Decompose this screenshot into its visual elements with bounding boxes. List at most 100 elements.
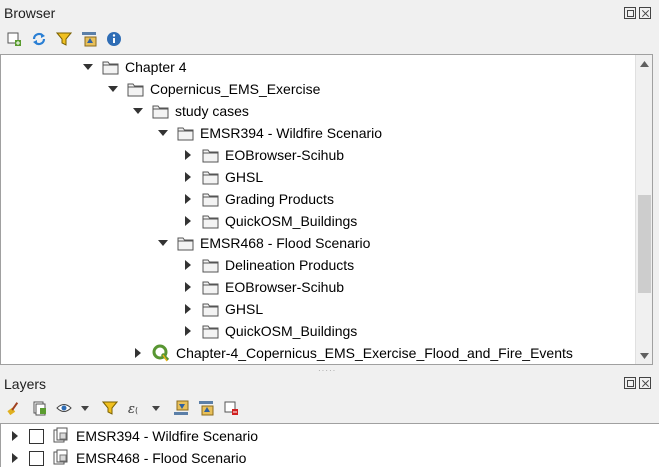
folder-icon bbox=[202, 192, 219, 207]
tree-item[interactable]: QuickOSM_Buildings bbox=[182, 320, 357, 342]
folder-icon bbox=[127, 82, 144, 97]
add-layer-icon[interactable] bbox=[4, 30, 23, 49]
qgis-project-icon bbox=[152, 344, 170, 362]
expand-arrow-right-icon[interactable] bbox=[9, 430, 21, 442]
remove-layer-icon[interactable] bbox=[221, 399, 240, 418]
expand-arrow-right-icon[interactable] bbox=[9, 452, 21, 464]
browser-toolbar bbox=[4, 27, 123, 51]
refresh-icon[interactable] bbox=[29, 30, 48, 49]
tree-item[interactable]: EMSR394 - Wildfire Scenario bbox=[157, 122, 382, 144]
scroll-up-icon[interactable] bbox=[636, 55, 652, 72]
chevron-down-icon[interactable] bbox=[146, 399, 165, 418]
layer-item-label: EMSR468 - Flood Scenario bbox=[76, 450, 247, 466]
tree-item-label: study cases bbox=[175, 103, 249, 119]
browser-close-button[interactable] bbox=[639, 7, 651, 19]
folder-icon bbox=[202, 324, 219, 339]
tree-item-label: Chapter-4_Copernicus_EMS_Exercise_Flood_… bbox=[176, 345, 573, 361]
svg-text:(: ( bbox=[135, 406, 138, 415]
layers-dock-buttons bbox=[624, 377, 651, 389]
browser-title-text: Browser bbox=[4, 5, 56, 21]
browser-panel-title: Browser bbox=[0, 0, 659, 26]
folder-icon bbox=[202, 302, 219, 317]
expand-arrow-right-icon[interactable] bbox=[182, 281, 194, 293]
tree-item-label: Grading Products bbox=[225, 191, 334, 207]
layers-tree[interactable]: EMSR394 - Wildfire Scenario EMSR468 - Flo… bbox=[0, 423, 659, 467]
tree-item[interactable]: Chapter-4_Copernicus_EMS_Exercise_Flood_… bbox=[132, 342, 573, 364]
tree-item-label: QuickOSM_Buildings bbox=[225, 213, 358, 229]
filter-icon[interactable] bbox=[54, 30, 73, 49]
layers-float-button[interactable] bbox=[624, 377, 636, 389]
layer-visibility-checkbox[interactable] bbox=[29, 428, 44, 444]
tree-item-label: QuickOSM_Buildings bbox=[225, 323, 358, 339]
add-group-icon[interactable] bbox=[29, 399, 48, 418]
folder-icon bbox=[202, 280, 219, 295]
layer-visibility-checkbox[interactable] bbox=[29, 450, 44, 466]
expand-arrow-right-icon[interactable] bbox=[182, 259, 194, 271]
tree-item[interactable]: EOBrowser-Scihub bbox=[182, 144, 344, 166]
expand-arrow-down-icon[interactable] bbox=[157, 127, 169, 139]
tree-item[interactable]: EOBrowser-Scihub bbox=[182, 276, 344, 298]
expand-arrow-right-icon[interactable] bbox=[182, 325, 194, 337]
browser-scrollbar[interactable] bbox=[635, 55, 652, 364]
layers-title-text: Layers bbox=[4, 376, 47, 392]
expand-arrow-down-icon[interactable] bbox=[132, 105, 144, 117]
tree-item[interactable]: GHSL bbox=[182, 298, 263, 320]
tree-item[interactable]: GHSL bbox=[182, 166, 263, 188]
tree-item[interactable]: EMSR468 - Flood Scenario bbox=[157, 232, 370, 254]
svg-text:ε: ε bbox=[128, 402, 135, 416]
expand-arrow-right-icon[interactable] bbox=[182, 303, 194, 315]
layer-item-label: EMSR394 - Wildfire Scenario bbox=[76, 428, 259, 444]
layers-toolbar: ε( bbox=[4, 396, 240, 420]
tree-item-label: Copernicus_EMS_Exercise bbox=[150, 81, 321, 97]
expand-arrow-down-icon[interactable] bbox=[82, 61, 94, 73]
tree-item[interactable]: Chapter 4 bbox=[82, 56, 186, 78]
layers-close-button[interactable] bbox=[639, 377, 651, 389]
layer-group-icon bbox=[52, 427, 70, 445]
visibility-eye-icon[interactable] bbox=[54, 399, 73, 418]
tree-item-label: GHSL bbox=[225, 301, 264, 317]
tree-item-label: GHSL bbox=[225, 169, 264, 185]
folder-icon bbox=[102, 60, 119, 75]
tree-item[interactable]: QuickOSM_Buildings bbox=[182, 210, 357, 232]
tree-item[interactable]: Delineation Products bbox=[182, 254, 354, 276]
expand-arrow-down-icon[interactable] bbox=[107, 83, 119, 95]
folder-icon bbox=[177, 126, 194, 141]
style-brush-icon[interactable] bbox=[4, 399, 23, 418]
layer-item[interactable]: EMSR468 - Flood Scenario bbox=[9, 447, 246, 467]
tree-item-label: EMSR468 - Flood Scenario bbox=[200, 235, 371, 251]
expand-arrow-right-icon[interactable] bbox=[182, 193, 194, 205]
filter-icon[interactable] bbox=[100, 399, 119, 418]
tree-item-label: EOBrowser-Scihub bbox=[225, 147, 345, 163]
tree-item[interactable]: Copernicus_EMS_Exercise bbox=[107, 78, 320, 100]
browser-tree[interactable]: Chapter 4 Copernicus_EMS_Exercisestudy ca… bbox=[0, 54, 653, 365]
scroll-thumb[interactable] bbox=[638, 195, 651, 293]
tree-item-label: EMSR394 - Wildfire Scenario bbox=[200, 125, 383, 141]
folder-icon bbox=[202, 148, 219, 163]
expand-arrow-right-icon[interactable] bbox=[182, 215, 194, 227]
expand-arrow-right-icon[interactable] bbox=[182, 171, 194, 183]
expand-arrow-down-icon[interactable] bbox=[157, 237, 169, 249]
expand-arrow-right-icon[interactable] bbox=[132, 347, 144, 359]
folder-icon bbox=[202, 214, 219, 229]
filter-expression-icon[interactable]: ε( bbox=[125, 399, 144, 418]
expand-all-icon[interactable] bbox=[171, 399, 190, 418]
layer-item[interactable]: EMSR394 - Wildfire Scenario bbox=[9, 425, 258, 447]
folder-icon bbox=[177, 236, 194, 251]
tree-item-label: Chapter 4 bbox=[125, 59, 187, 75]
folder-icon bbox=[202, 170, 219, 185]
collapse-all-icon[interactable] bbox=[196, 399, 215, 418]
browser-float-button[interactable] bbox=[624, 7, 636, 19]
tree-item[interactable]: study cases bbox=[132, 100, 249, 122]
layers-panel-title: Layers bbox=[0, 371, 659, 397]
tree-item-label: EOBrowser-Scihub bbox=[225, 279, 345, 295]
folder-icon bbox=[152, 104, 169, 119]
info-icon[interactable] bbox=[104, 30, 123, 49]
tree-item-label: Delineation Products bbox=[225, 257, 355, 273]
scroll-down-icon[interactable] bbox=[636, 347, 652, 364]
tree-item[interactable]: Grading Products bbox=[182, 188, 334, 210]
chevron-down-icon[interactable] bbox=[75, 399, 94, 418]
folder-icon bbox=[202, 258, 219, 273]
layer-group-icon bbox=[52, 449, 70, 467]
collapse-all-icon[interactable] bbox=[79, 30, 98, 49]
expand-arrow-right-icon[interactable] bbox=[182, 149, 194, 161]
